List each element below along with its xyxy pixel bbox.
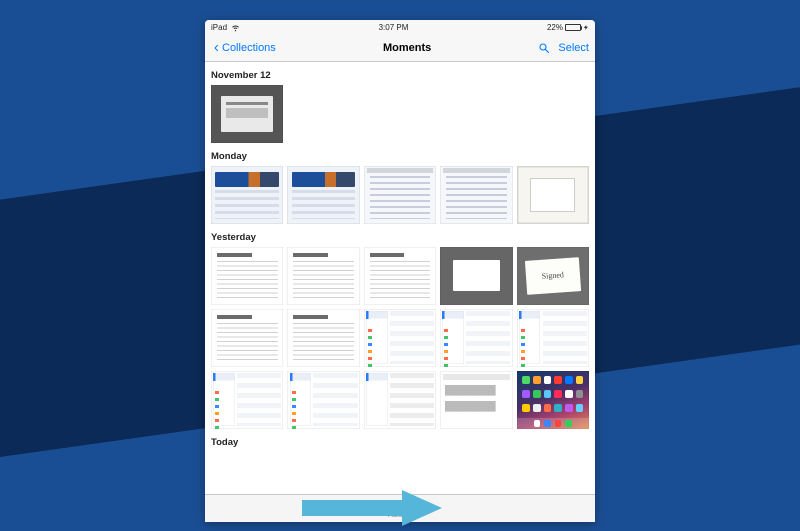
section-header[interactable]: Yesterday [211,232,589,243]
battery-percent: 22% [547,23,563,32]
ipad-frame: iPad 3:07 PM 22% [205,20,595,522]
photo-thumb[interactable] [287,166,359,224]
photo-thumb[interactable] [211,166,283,224]
photo-thumb[interactable] [517,371,589,429]
photo-thumb[interactable] [440,166,512,224]
chevron-left-icon [211,42,221,54]
charging-icon [583,24,589,31]
back-label: Collections [222,42,276,54]
photo-thumb[interactable] [517,166,589,224]
clock: 3:07 PM [379,23,409,32]
photo-thumb[interactable] [287,371,359,429]
section-header[interactable]: November 12 [211,70,589,81]
section-header[interactable]: Monday [211,151,589,162]
photo-thumb[interactable] [440,309,512,367]
photo-thumb[interactable] [364,166,436,224]
photo-thumb[interactable] [364,371,436,429]
photo-thumb[interactable] [364,309,436,367]
photo-thumb[interactable] [211,247,283,305]
photo-thumb[interactable] [440,247,512,305]
tab-albums[interactable]: Albums [388,499,411,519]
page-title: Moments [383,42,431,54]
device-label: iPad [211,23,227,32]
moment-grid [211,85,589,143]
battery-indicator: 22% [547,23,589,32]
nav-bar: Collections Moments Select [205,34,595,62]
photo-thumb[interactable] [440,371,512,429]
status-bar: iPad 3:07 PM 22% [205,20,595,34]
search-button[interactable] [538,42,550,54]
moment-grid: Signed [211,247,589,429]
photo-thumb[interactable] [211,85,283,143]
photo-thumb[interactable] [287,309,359,367]
photo-thumb[interactable] [211,371,283,429]
back-button[interactable]: Collections [211,42,276,54]
photo-thumb[interactable]: Signed [517,247,589,305]
select-button[interactable]: Select [558,42,589,54]
moments-scroll[interactable]: November 12 Monday Yesterday Signed [205,62,595,494]
wifi-icon [231,23,240,32]
photo-thumb[interactable] [211,309,283,367]
tab-label: Albums [388,512,411,519]
section-header[interactable]: Today [211,437,589,448]
photo-thumb[interactable] [517,309,589,367]
battery-icon [565,24,581,31]
photo-thumb[interactable] [287,247,359,305]
photo-thumb[interactable] [364,247,436,305]
tab-bar: Photos Albums Shared [205,494,595,522]
background: iPad 3:07 PM 22% [0,0,800,531]
moment-grid [211,166,589,224]
